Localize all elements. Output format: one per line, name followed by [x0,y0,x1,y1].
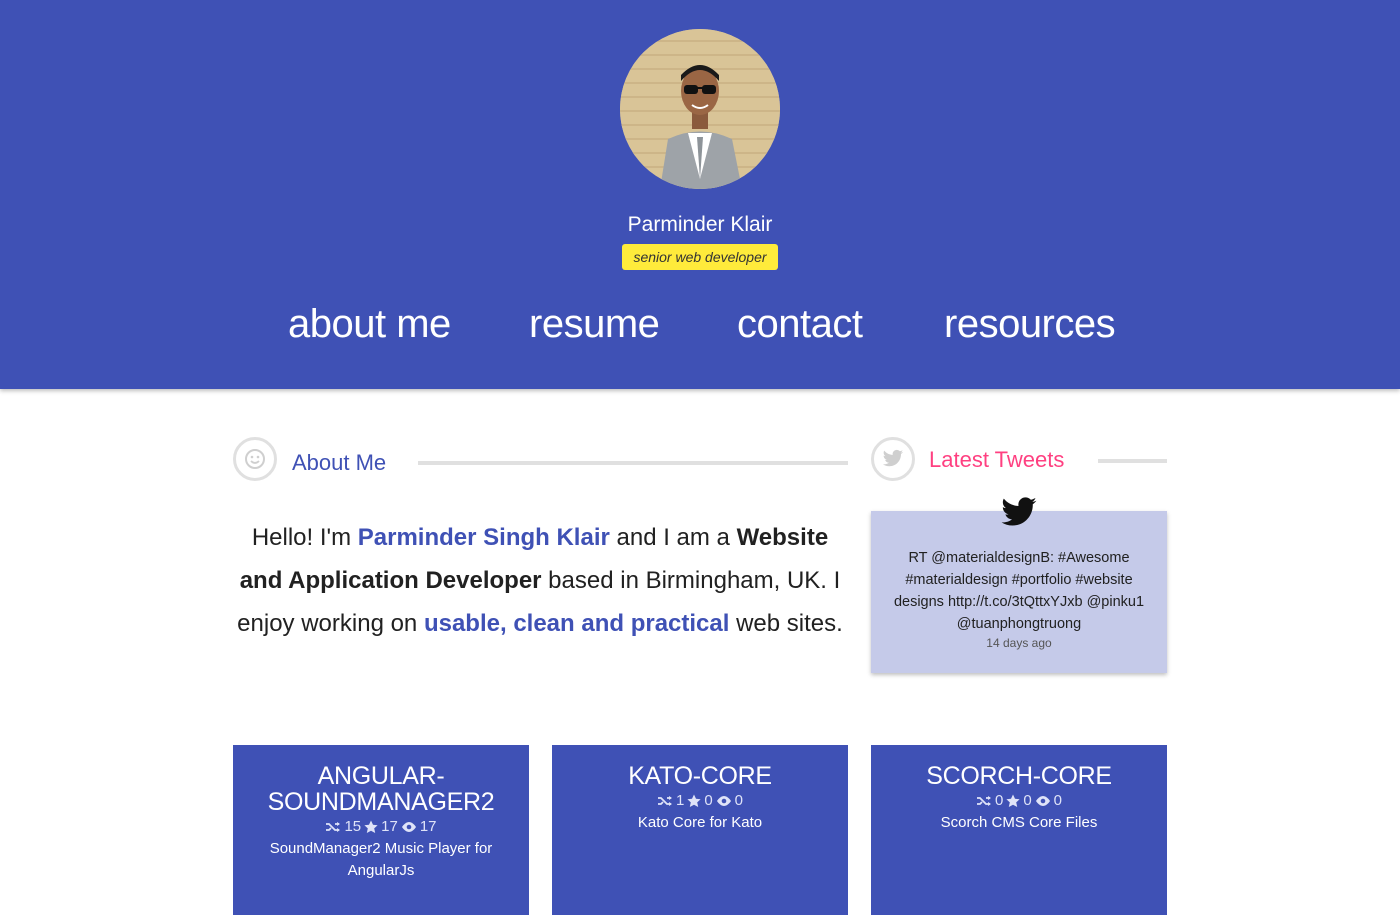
repo-title: KATO-CORE [628,762,772,790]
star-icon [1006,792,1020,809]
eye-icon [401,818,417,835]
eye-icon [1035,792,1051,809]
smiley-icon [233,437,277,481]
repo-card-angular-soundmanager2[interactable]: ANGULAR-SOUNDMANAGER2 15 17 17 SoundMana… [233,745,529,915]
qualities-highlight: usable, clean and practical [423,610,730,637]
fork-icon [325,818,341,835]
watcher-count: 0 [734,792,744,809]
fork-count: 0 [994,792,1004,809]
tweet-time: 14 days ago [986,636,1052,650]
site-header: Parminder Klair senior web developer abo… [0,0,1400,389]
repo-card-kato-core[interactable]: KATO-CORE 1 0 0 Kato Core for Kato [552,745,848,915]
nav-contact[interactable]: contact [737,302,863,347]
star-icon [364,818,378,835]
repo-description: Kato Core for Kato [637,814,763,831]
tweet-card: RT @materialdesignB: #Awesome #materiald… [871,511,1167,673]
fork-count: 15 [344,818,362,835]
twitter-icon [871,437,915,481]
repo-card-scorch-core[interactable]: SCORCH-CORE 0 0 0 Scorch CMS Core Files [871,745,1167,915]
nav-resume[interactable]: resume [529,302,660,347]
repo-stats: 1 0 0 [552,792,848,809]
profile-name: Parminder Klair [627,213,773,236]
fork-icon [976,792,992,809]
tweets-heading: Latest Tweets [929,447,1065,472]
repo-description: Scorch CMS Core Files [940,814,1098,831]
repo-stats: 15 17 17 [233,818,529,835]
watcher-count: 17 [419,818,437,835]
fork-icon [657,792,673,809]
nav-about-me[interactable]: about me [288,302,451,347]
eye-icon [716,792,732,809]
nav-resources[interactable]: resources [944,302,1116,347]
about-divider [418,461,848,465]
watcher-count: 0 [1053,792,1063,809]
star-count: 17 [381,818,398,835]
about-text-part: Hello! I'm [251,524,358,551]
about-paragraph: Hello! I'm Parminder Singh Klair and I a… [230,516,850,645]
repo-title: ANGULAR-SOUNDMANAGER2 [267,762,495,816]
fork-count: 1 [675,792,685,809]
repo-description: SoundManager2 Music Player for AngularJs [269,840,493,879]
role-badge: senior web developer [622,244,778,270]
avatar [620,29,780,189]
star-count: 0 [1023,792,1032,809]
star-icon [687,792,701,809]
about-heading: About Me [292,450,387,475]
tweet-text: RT @materialdesignB: #Awesome #materiald… [893,550,1145,632]
twitter-bird-icon [1000,497,1038,531]
star-count: 0 [704,792,713,809]
main-nav: about me resume contact resources [0,302,1400,356]
tweets-divider [1098,459,1167,463]
repo-stats: 0 0 0 [871,792,1167,809]
about-text-part: and I am a [609,524,737,551]
repo-title: SCORCH-CORE [926,762,1112,790]
author-name-link: Parminder Singh Klair [357,524,610,551]
about-text-part: web sites. [729,610,843,637]
